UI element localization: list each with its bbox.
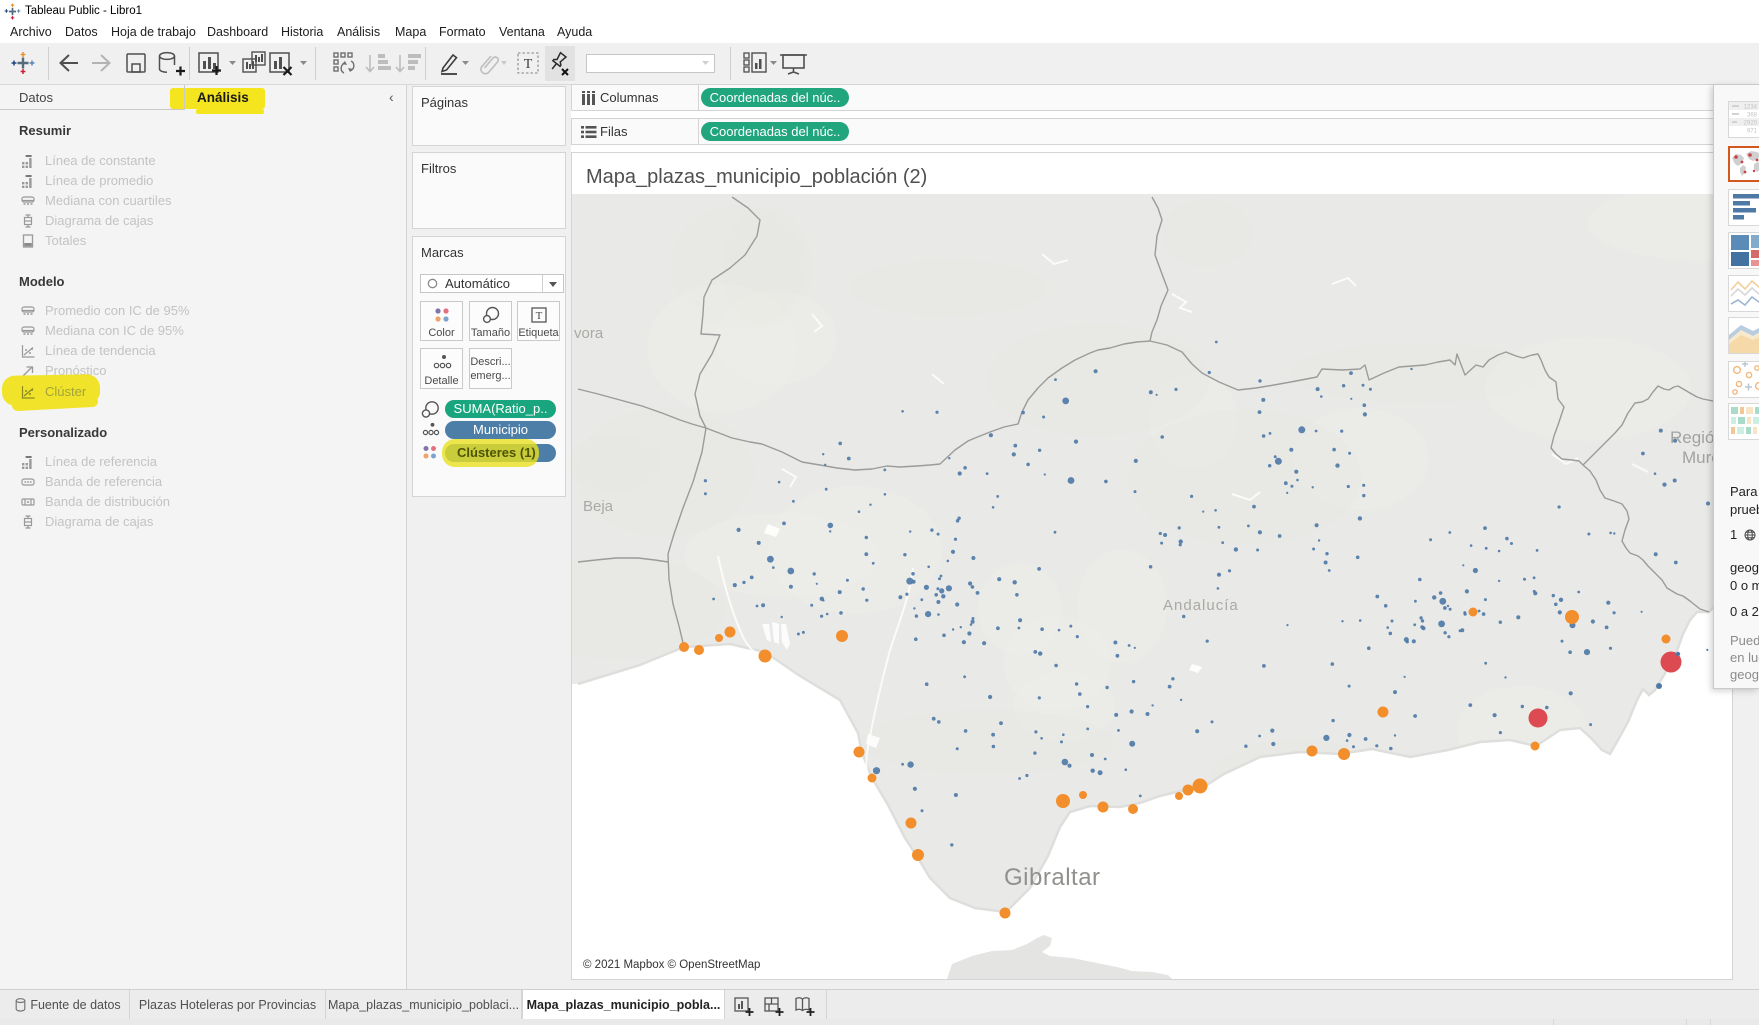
svg-text:1234: 1234 [1744,105,1758,111]
svg-text:T: T [536,310,543,322]
svg-text:© 2021 Mapbox © OpenStreetMap: © 2021 Mapbox © OpenStreetMap [583,959,760,971]
svg-text:Andalucía: Andalucía [1163,597,1239,614]
svg-text:Gibraltar: Gibraltar [1004,864,1101,891]
svg-text:368: 368 [1747,113,1758,119]
svg-text:vora: vora [574,325,604,342]
svg-text:Beja: Beja [583,498,614,515]
svg-text:T: T [524,57,533,72]
svg-text:971: 971 [1747,129,1758,135]
svg-text:2920: 2920 [1744,121,1758,127]
